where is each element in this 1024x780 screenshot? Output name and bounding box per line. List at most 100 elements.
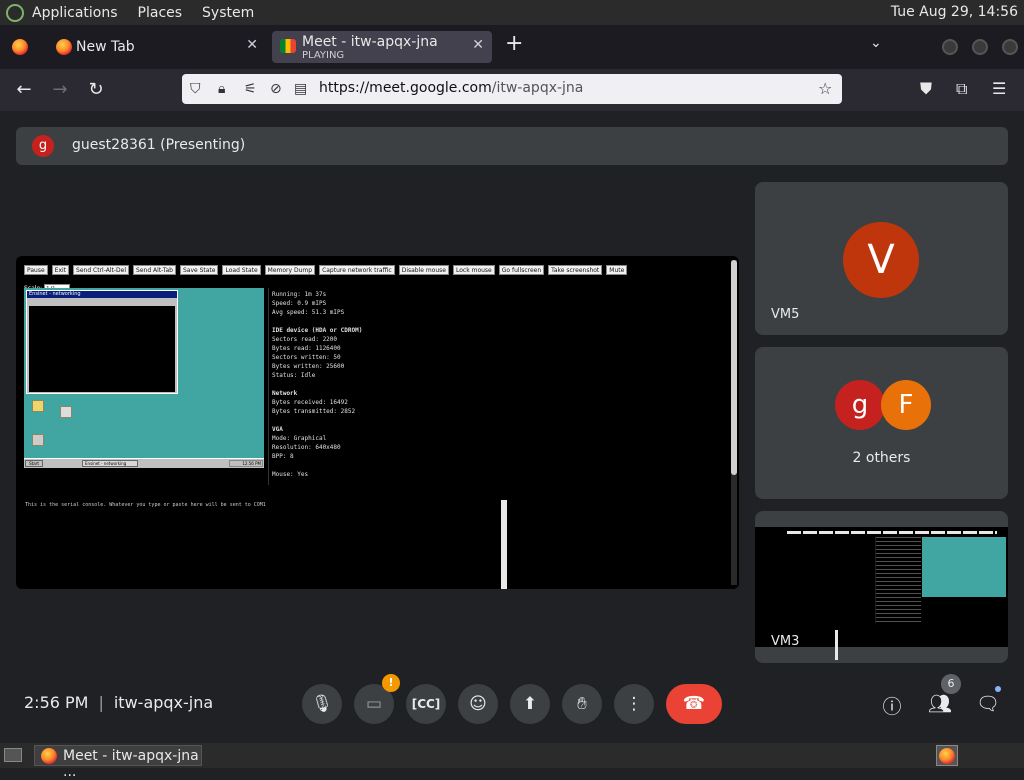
- scrollbar-thumb[interactable]: [731, 260, 737, 475]
- stat-avg-speed: Avg speed: 51.3 mIPS: [272, 309, 345, 316]
- vm3-mini-toolbar: [787, 531, 997, 534]
- stat-sectors-read: Sectors read: 2200: [272, 336, 338, 343]
- menu-applications[interactable]: Applications: [32, 5, 118, 21]
- url-text[interactable]: https://meet.google.com/itw-apqx-jna: [319, 80, 583, 96]
- firefox-view-icon[interactable]: [12, 39, 28, 55]
- page-info-icon[interactable]: ▤: [294, 81, 307, 97]
- participant-tile-vm3[interactable]: VM3: [755, 511, 1008, 663]
- lock-icon[interactable]: 🔒︎: [218, 81, 225, 97]
- stat-ide-status: Status: Idle: [272, 372, 316, 379]
- participant-tile-others[interactable]: g F 2 others: [755, 347, 1008, 499]
- vm-cmd-window[interactable]: Ensinet - networking: [26, 290, 178, 394]
- stat-vga-bpp: BPP: 8: [272, 453, 294, 460]
- present-screen-button[interactable]: ⬆: [510, 684, 550, 724]
- serial-console[interactable]: This is the serial console. Whatever you…: [24, 500, 507, 589]
- v86-alt-tab-button[interactable]: Send Alt-Tab: [133, 265, 176, 275]
- menu-system[interactable]: System: [202, 5, 254, 21]
- maximize-window-button[interactable]: [972, 39, 988, 55]
- minimize-window-button[interactable]: [942, 39, 958, 55]
- stat-sectors-written: Sectors written: 50: [272, 354, 341, 361]
- v86-lock-mouse-button[interactable]: Lock mouse: [453, 265, 495, 275]
- tab-meet[interactable]: Meet - itw-apqx-jna PLAYING ✕: [272, 31, 492, 63]
- show-desktop-icon[interactable]: [4, 748, 22, 762]
- vm3-screen-thumbnail: [755, 527, 1008, 660]
- extensions-icon[interactable]: ⧉: [956, 79, 967, 99]
- new-tab-plus-icon[interactable]: +: [505, 31, 523, 56]
- v86-capture-network-button[interactable]: Capture network traffic: [319, 265, 395, 275]
- reactions-button[interactable]: ☺: [458, 684, 498, 724]
- v86-save-state-button[interactable]: Save State: [179, 265, 219, 275]
- vm-desktop[interactable]: Ensinet - networking Start Ensinet - net…: [24, 288, 264, 468]
- others-label: 2 others: [852, 450, 911, 466]
- vm-folder-icon[interactable]: [32, 400, 44, 412]
- bookmark-star-icon[interactable]: ☆: [818, 79, 832, 98]
- firefox-icon: [41, 748, 57, 764]
- pocket-icon[interactable]: ⛊: [920, 79, 932, 99]
- google-meet-icon: [280, 39, 296, 53]
- people-icon[interactable]: 👥︎: [926, 692, 954, 715]
- panel-clock[interactable]: Tue Aug 29, 14:56: [891, 4, 1018, 20]
- vm-tray-clock: 12:56 PM: [229, 460, 263, 467]
- tab-title: New Tab: [76, 39, 135, 55]
- camera-button[interactable]: ▭!: [354, 674, 400, 724]
- chat-icon[interactable]: 🗨︎: [974, 692, 1002, 715]
- camera-warning-badge: !: [382, 674, 400, 692]
- permissions-icon[interactable]: ⚟: [244, 81, 257, 97]
- info-separator: |: [98, 693, 104, 712]
- close-tab-icon[interactable]: ✕: [472, 37, 484, 53]
- v86-load-state-button[interactable]: Load State: [222, 265, 261, 275]
- v86-exit-button[interactable]: Exit: [51, 265, 70, 275]
- tab-new-tab[interactable]: New Tab ✕: [46, 31, 266, 63]
- v86-memory-dump-button[interactable]: Memory Dump: [264, 265, 316, 275]
- back-arrow-icon[interactable]: ←: [12, 78, 36, 102]
- stat-running: Running: 1m 37s: [272, 291, 327, 298]
- v86-fullscreen-button[interactable]: Go fullscreen: [498, 265, 545, 275]
- menu-hamburger-icon[interactable]: ☰: [992, 79, 1006, 98]
- v86-toolbar: Pause Exit Send Ctrl-Alt-Del Send Alt-Tab Sa…: [24, 265, 654, 294]
- workspace-switcher[interactable]: [936, 745, 958, 766]
- meeting-details-info-icon[interactable]: ⓘ: [878, 692, 906, 719]
- vm-file-icon[interactable]: [60, 406, 72, 418]
- microphone-button[interactable]: 🎙︎: [302, 684, 342, 724]
- v86-mute-button[interactable]: Mute: [606, 265, 628, 275]
- url-bar[interactable]: ⛉ 🔒︎ ⚟ ⊘ ▤ https://meet.google.com/itw-a…: [182, 74, 842, 104]
- v86-pause-button[interactable]: Pause: [24, 265, 48, 275]
- forward-arrow-icon[interactable]: →: [48, 78, 72, 102]
- more-options-button[interactable]: ⋮: [614, 684, 654, 724]
- gnome-foot-icon[interactable]: [6, 3, 24, 22]
- tracking-shield-icon[interactable]: ⛉: [190, 81, 201, 97]
- reload-icon[interactable]: ↻: [84, 78, 108, 102]
- shared-screen[interactable]: Pause Exit Send Ctrl-Alt-Del Send Alt-Tab Sa…: [16, 256, 739, 589]
- menu-places[interactable]: Places: [138, 5, 183, 21]
- stat-ide-header: IDE device (HDA or CDROM): [272, 327, 363, 334]
- stat-mouse: Mouse: Yes: [272, 471, 309, 478]
- participant-tile-vm5[interactable]: V VM5: [755, 182, 1008, 335]
- leave-call-button[interactable]: ☎︎: [666, 684, 722, 724]
- top-panel: Applications Places System Tue Aug 29, 1…: [0, 0, 1024, 25]
- close-window-button[interactable]: [1002, 39, 1018, 55]
- stat-vga-header: VGA: [272, 426, 283, 433]
- tab-playing-label: PLAYING: [302, 50, 345, 61]
- screen-scrollbar[interactable]: [731, 260, 737, 585]
- raise-hand-button[interactable]: ✋︎: [562, 684, 602, 724]
- v86-screenshot-button[interactable]: Take screenshot: [548, 265, 603, 275]
- stat-vga-mode: Mode: Graphical: [272, 435, 327, 442]
- vm-task-button[interactable]: Ensinet - networking: [82, 460, 138, 467]
- taskbar-firefox-window[interactable]: Meet - itw-apqx-jna ...: [34, 745, 202, 780]
- participant-name: VM3: [771, 634, 800, 649]
- camera-off-icon: ▭: [365, 694, 383, 714]
- v86-disable-mouse-button[interactable]: Disable mouse: [398, 265, 450, 275]
- captions-button[interactable]: [CC]: [406, 684, 446, 724]
- vm-computer-icon[interactable]: [32, 434, 44, 446]
- stat-bytes-written: Bytes written: 25600: [272, 363, 345, 370]
- participant-avatar-g: g: [835, 380, 885, 430]
- hang-up-icon: ☎︎: [682, 693, 706, 714]
- vm-start-button[interactable]: Start: [25, 460, 43, 467]
- meeting-info: 2:56 PM | itw-apqx-jna: [24, 693, 213, 712]
- list-all-tabs-chevron-icon[interactable]: ⌄: [870, 35, 882, 51]
- mic-blocked-icon[interactable]: ⊘: [270, 81, 282, 97]
- close-tab-icon[interactable]: ✕: [246, 37, 258, 53]
- tab-title: Meet - itw-apqx-jna: [302, 34, 438, 50]
- participant-avatar-f: F: [881, 380, 931, 430]
- v86-ctrl-alt-del-button[interactable]: Send Ctrl-Alt-Del: [73, 265, 130, 275]
